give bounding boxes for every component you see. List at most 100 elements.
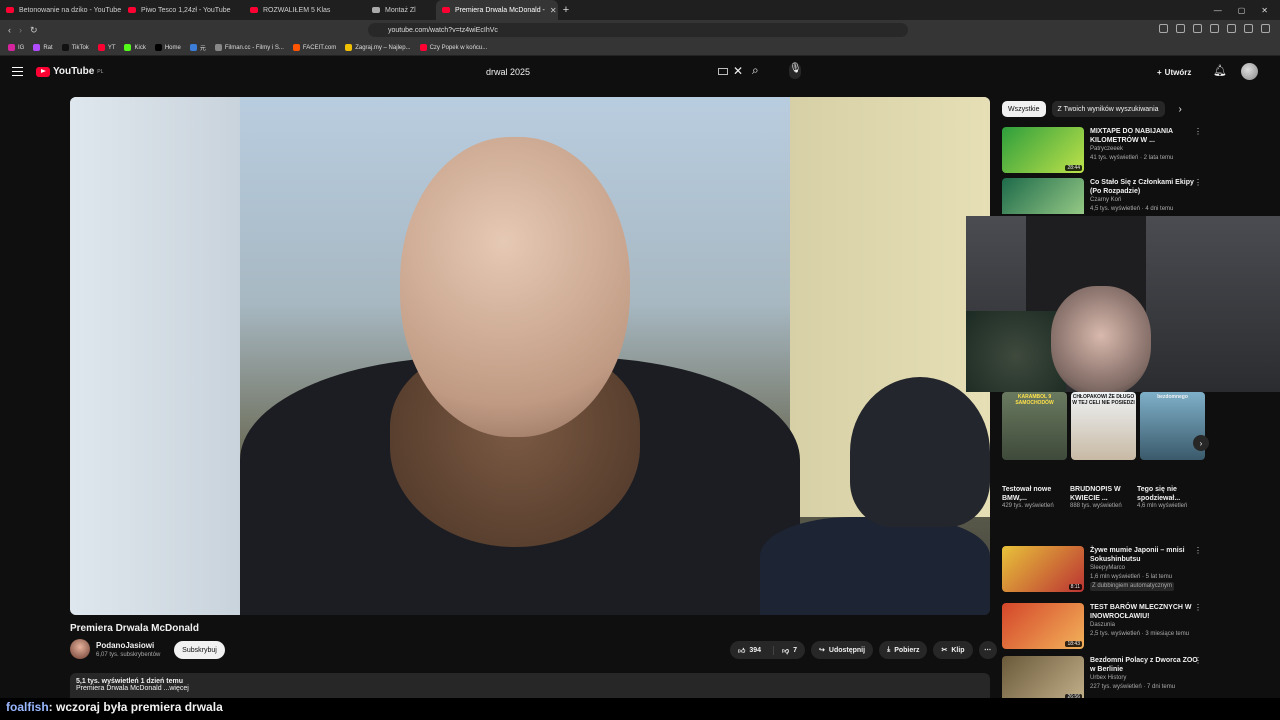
bookmark-item[interactable]: Zagraj.my – Najlep... [345, 44, 411, 51]
keyboard-icon[interactable] [718, 68, 728, 75]
close-tab-icon[interactable]: ✕ [550, 6, 557, 15]
browser-tab-active[interactable]: Premiera Drwala McDonald - ✕ [436, 0, 558, 20]
browser-tab[interactable]: ROZWALIŁEM 5 Klas [244, 0, 366, 20]
short-info[interactable]: BRUDNOPIS W KWIECIE ... 888 tys. wyświetl… [1070, 485, 1132, 509]
browser-tab-bar: Betonowanie na dziko - YouTube Piwo Tesc… [0, 0, 1280, 20]
youtube-play-icon [36, 66, 50, 77]
clip-button[interactable]: ✂ Klip [933, 641, 973, 659]
maximize-icon[interactable]: ▢ [1238, 6, 1246, 15]
kick-icon [124, 44, 132, 51]
bookmark-item[interactable]: 元 [189, 43, 206, 52]
minimize-icon[interactable]: — [1214, 6, 1222, 15]
tiktok-icon [61, 44, 69, 51]
chevron-right-icon[interactable]: › [1193, 435, 1209, 451]
short-info[interactable]: Testował nowe BMW,... 429 tys. wyświetleń [1002, 485, 1064, 509]
new-tab-button[interactable]: + [558, 4, 574, 16]
share-button[interactable]: ↪ Udostępnij [811, 641, 874, 659]
more-actions-icon[interactable]: ⋯ [978, 641, 997, 659]
nav-buttons: ‹ › ↻ [0, 25, 60, 36]
extension-icon[interactable] [1176, 24, 1185, 33]
recommendation-item[interactable]: 26:56 Bezdomni Polacy z Dworca ZOO w Ber… [1002, 656, 1202, 702]
url-field[interactable]: youtube.com/watch?v=tz4wiEcIhVc [368, 23, 908, 37]
recommendation-item[interactable]: 8:11 Żywe mumie Japonii – mnisi Sokushin… [1002, 546, 1202, 592]
more-options-icon[interactable]: ⋮ [1194, 546, 1202, 555]
browser-tab[interactable]: Betonowanie na dziko - YouTube [0, 0, 122, 20]
bookmark-item[interactable]: Czy Popek w końcu... [419, 44, 487, 51]
bookmark-item[interactable]: YT [97, 44, 115, 51]
youtube-header: YouTube PL drwal 2025 ✕ ⌕ 🎙 + Utwórz 🔔︎ [0, 57, 1280, 87]
video-thumbnail[interactable]: 18:43 [1002, 603, 1084, 649]
bookmark-item[interactable]: Kick [124, 44, 146, 51]
more-options-icon[interactable]: ⋮ [1194, 127, 1202, 136]
youtube-icon [97, 44, 105, 51]
bookmark-item[interactable]: Filman.cc - Filmy i S... [214, 44, 284, 51]
thumbs-down-icon: 👎︎ [782, 647, 790, 655]
bookmark-item[interactable]: FACEIT.com [292, 44, 336, 51]
extensions-bar [1159, 24, 1270, 33]
extension-icon[interactable] [1159, 24, 1168, 33]
more-options-icon[interactable]: ⋮ [1194, 178, 1202, 187]
short-thumbnail[interactable]: bezdomnego [1140, 392, 1205, 460]
recommendation-item[interactable]: Co Stało Się z Członkami Ekipy (Po Rozpa… [1002, 178, 1202, 214]
video-thumbnail[interactable] [1002, 178, 1084, 214]
browser-tab[interactable]: Montaż Zl [366, 0, 436, 20]
youtube-icon [419, 44, 427, 51]
close-window-icon[interactable]: ✕ [1261, 6, 1268, 15]
short-thumbnail[interactable]: CHŁOPAKOWI ŻE DŁUGO W TEJ CELI NIE POSIE… [1071, 392, 1136, 460]
notifications-bell-icon[interactable]: 🔔︎ [1213, 64, 1227, 77]
extension-icon[interactable] [1227, 24, 1236, 33]
microphone-icon[interactable]: 🎙 [789, 63, 802, 79]
description-text: Premiera Drwala McDonald ...więcej [76, 685, 189, 692]
channel-avatar[interactable] [70, 639, 90, 659]
download-button[interactable]: ⤓ Pobierz [879, 641, 928, 659]
more-options-icon[interactable]: ⋮ [1194, 603, 1202, 612]
hamburger-menu-icon[interactable] [12, 67, 23, 76]
like-dislike-group: 👍︎ 394 👎︎ 7 [730, 641, 806, 659]
back-icon[interactable]: ‹ [8, 25, 11, 36]
bookmark-item[interactable]: IG [8, 44, 24, 51]
more-options-icon[interactable]: ⋮ [1194, 656, 1202, 665]
recommendation-item[interactable]: 18:43 TEST BARÓW MLECZNYCH W INOWROCŁAWI… [1002, 603, 1202, 649]
search-input[interactable]: drwal 2025 ✕ [478, 61, 748, 83]
scissors-icon: ✂ [941, 647, 948, 654]
recommendation-item[interactable]: 28:44 MIXTAPE DO NABIJANIA KILOMETRÓW W … [1002, 127, 1202, 173]
bookmark-favicon-icon [33, 44, 41, 51]
chip-search-results[interactable]: Z Twoich wyników wyszukiwania [1051, 101, 1165, 117]
subscriber-count: 6,07 tys. subskrybentów [96, 652, 161, 658]
video-thumbnail[interactable]: 26:56 [1002, 656, 1084, 702]
clear-search-icon[interactable]: ✕ [733, 64, 743, 78]
window-controls: — ▢ ✕ [1214, 6, 1280, 15]
bookmark-item[interactable]: Rat [33, 44, 53, 51]
address-bar-row: ‹ › ↻ youtube.com/watch?v=tz4wiEcIhVc [0, 20, 1280, 40]
like-button[interactable]: 👍︎ 394 [730, 646, 769, 655]
video-thumbnail[interactable]: 28:44 [1002, 127, 1084, 173]
webcam-person [1051, 286, 1151, 392]
globe-icon [214, 44, 222, 51]
extension-icon[interactable] [1244, 24, 1253, 33]
youtube-favicon-icon [6, 7, 14, 13]
browser-tab[interactable]: Piwo Tesco 1,24zł - YouTube [122, 0, 244, 20]
reload-icon[interactable]: ↻ [30, 25, 38, 36]
short-info[interactable]: Tego się nie spodziewał... 4,6 mln wyświe… [1137, 485, 1199, 509]
bookmark-item[interactable]: TikTok [61, 44, 89, 51]
subscribe-button[interactable]: Subskrybuj [174, 641, 225, 659]
search-icon[interactable]: ⌕ [752, 63, 759, 78]
youtube-favicon-icon [442, 7, 450, 13]
chevron-right-icon[interactable]: › [1179, 104, 1182, 115]
video-thumbnail[interactable]: 8:11 [1002, 546, 1084, 592]
channel-name[interactable]: PodanoJasiowi [96, 641, 154, 650]
video-player[interactable] [70, 97, 990, 615]
extension-icon[interactable] [1193, 24, 1202, 33]
dislike-button[interactable]: 👎︎ 7 [773, 645, 805, 655]
create-button[interactable]: + Utwórz [1157, 64, 1191, 80]
youtube-logo[interactable]: YouTube PL [36, 66, 103, 77]
bookmark-item[interactable]: Home [154, 44, 181, 51]
dubbing-badge: Z dubbingiem automatycznym [1090, 582, 1175, 591]
menu-icon[interactable] [1261, 24, 1270, 33]
short-thumbnail[interactable]: KARAMBOL 9 SAMOCHODÓW [1002, 392, 1067, 460]
forward-icon[interactable]: › [19, 25, 22, 36]
chip-all[interactable]: Wszystkie [1002, 101, 1046, 117]
account-avatar[interactable] [1241, 63, 1258, 80]
extension-icon[interactable] [1210, 24, 1219, 33]
youtube-favicon-icon [128, 7, 136, 13]
